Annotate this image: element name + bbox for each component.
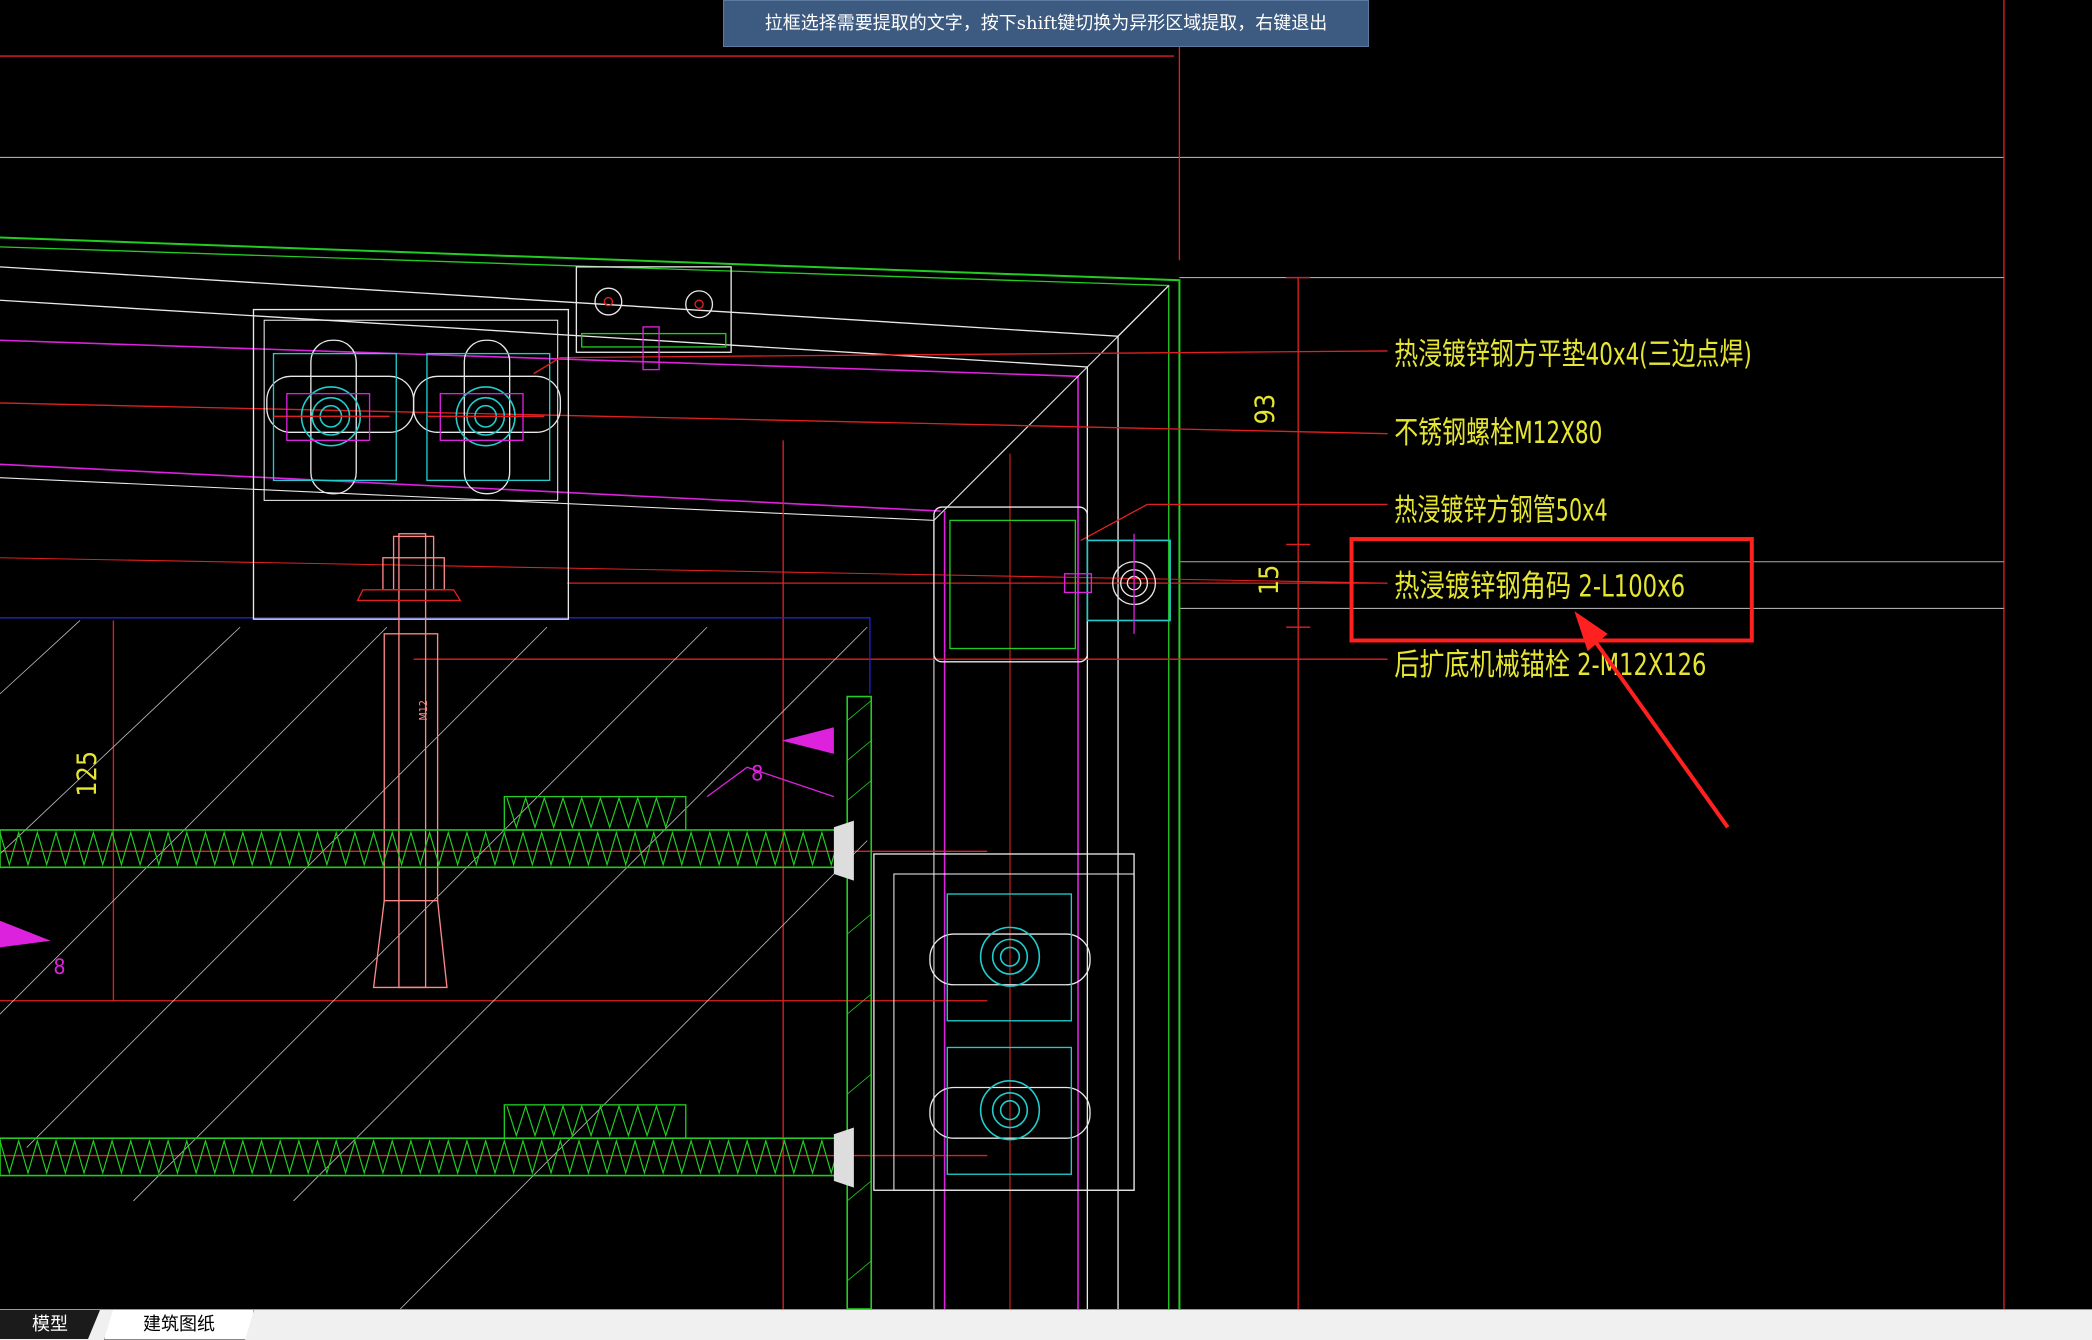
- annotation-stainless-bolt[interactable]: 不锈钢螺栓M12X80: [1394, 416, 1602, 451]
- tab-model[interactable]: 模型: [0, 1310, 100, 1339]
- weld-size-label: 8: [751, 762, 763, 787]
- annotation-square-washer[interactable]: 热浸镀锌钢方平垫40x4(三边点焊): [1394, 337, 1752, 372]
- annotation-arrow: [1574, 611, 1730, 829]
- dimension-93: 93: [1250, 394, 1281, 425]
- annotation-undercut-anchor[interactable]: 后扩底机械锚栓 2-M12X126: [1394, 648, 1706, 683]
- annotation-angle-bracket[interactable]: 热浸镀锌钢角码 2-L100x6: [1394, 569, 1685, 604]
- dimension-15: 15: [1254, 565, 1285, 596]
- extraction-hint-banner: 拉框选择需要提取的文字，按下shift键切换为异形区域提取，右键退出: [723, 0, 1369, 47]
- layout-tab-bar: 模型 建筑图纸: [0, 1309, 2092, 1340]
- tab-architectural-drawing[interactable]: 建筑图纸: [104, 1310, 254, 1340]
- weld-size-label-2: 8: [53, 955, 65, 980]
- bolt-marker: M12: [417, 700, 430, 720]
- dimension-125: 125: [72, 751, 103, 797]
- annotation-square-tube[interactable]: 热浸镀锌方钢管50x4: [1394, 493, 1607, 528]
- cad-drawing-canvas[interactable]: 93 15 125 8 8 M12 热浸镀锌钢方平垫40x4(三边点焊) 不锈钢…: [0, 0, 2092, 1309]
